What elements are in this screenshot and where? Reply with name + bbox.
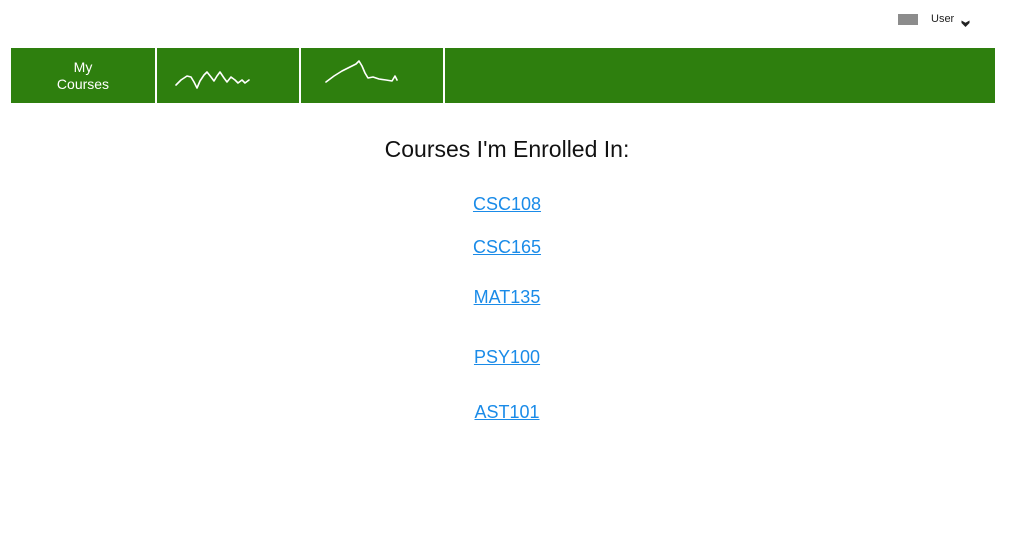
page-title: Courses I'm Enrolled In:: [384, 136, 630, 162]
chevron-down-icon: [961, 15, 970, 27]
course-link-ast101[interactable]: AST101: [0, 401, 1014, 423]
nav-sparkline-tab-1[interactable]: [157, 48, 299, 103]
sparkline-chart-icon: [325, 60, 398, 83]
nav-sparkline-tab-2[interactable]: [301, 48, 443, 103]
nav-my-courses-label-line2: Courses: [56, 75, 110, 92]
user-menu[interactable]: User: [898, 12, 970, 27]
user-label: User: [931, 13, 955, 25]
course-link-psy100[interactable]: PSY100: [0, 346, 1014, 368]
course-link-csc165[interactable]: CSC165: [0, 236, 1014, 258]
nav-divider: [443, 48, 445, 103]
main-nav-bar: My Courses: [11, 48, 995, 103]
avatar: [898, 13, 918, 25]
course-link-csc108[interactable]: CSC108: [0, 193, 1014, 215]
nav-my-courses-label-line1: My: [73, 58, 93, 75]
nav-my-courses[interactable]: My Courses: [11, 48, 155, 103]
sparkline-chart-icon: [175, 71, 250, 89]
course-link-mat135[interactable]: MAT135: [0, 286, 1014, 308]
